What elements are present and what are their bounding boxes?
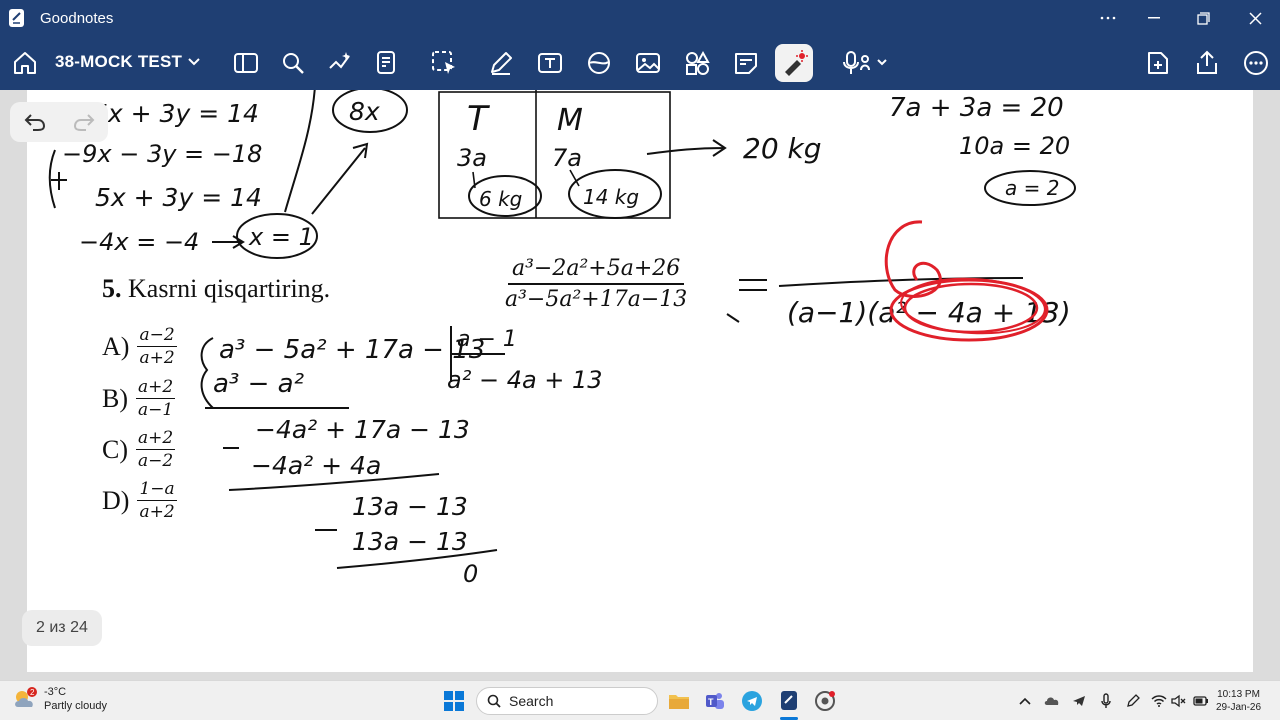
chrome-icon[interactable] — [813, 689, 837, 713]
clock-date: 29-Jan-26 — [1216, 702, 1262, 713]
weather-desc: Partly cloudy — [44, 700, 107, 712]
text-tool-icon[interactable] — [531, 44, 569, 82]
sidebar-toggle-icon[interactable] — [227, 44, 265, 82]
sticker-icon[interactable] — [580, 44, 618, 82]
notebook-page[interactable]: 5. Kasrni qisqartiring. a³−2a²+5a+26 a³−… — [27, 90, 1253, 672]
share-icon[interactable] — [1188, 44, 1226, 82]
clock-time: 10:13 PM — [1217, 689, 1260, 700]
ink-table-14kg: 14 kg — [583, 185, 639, 209]
pen-tray-icon[interactable] — [1125, 693, 1141, 709]
undo-icon — [24, 114, 45, 131]
close-icon[interactable] — [1240, 6, 1270, 30]
text-scan-icon[interactable] — [368, 44, 406, 82]
ink-div-line2: −4a² + 17a − 13 — [255, 415, 470, 444]
ai-sparkle-icon[interactable] — [321, 44, 359, 82]
more-menu-icon[interactable] — [1237, 44, 1275, 82]
pen-tool-icon[interactable] — [482, 44, 520, 82]
ink-eq2: 10a = 20 — [959, 132, 1070, 160]
search-icon — [487, 694, 501, 708]
ink-20kg: 20 kg — [743, 132, 822, 165]
svg-text:2: 2 — [30, 688, 35, 697]
battery-icon[interactable] — [1193, 693, 1209, 709]
lasso-select-icon[interactable] — [425, 44, 463, 82]
weather-cloud-icon: 2 — [15, 687, 37, 707]
title-bar: Goodnotes — [0, 0, 1280, 36]
laser-pointer-icon[interactable] — [775, 44, 813, 82]
home-icon[interactable] — [6, 44, 44, 82]
teams-icon[interactable]: T — [703, 689, 727, 713]
taskbar-search[interactable]: Search — [476, 687, 658, 715]
microphone-icon[interactable] — [1098, 693, 1114, 709]
handwriting-layer: 5x + 3y = 14 −9x − 3y = −18 5x + 3y = 14… — [48, 90, 1076, 588]
page-counter[interactable]: 2 из 24 — [22, 610, 102, 646]
more-options-icon[interactable] — [1093, 6, 1123, 30]
ink-sys4: −4x = −4 — [79, 228, 199, 256]
canvas-area[interactable]: 5. Kasrni qisqartiring. a³−2a²+5a+26 a³−… — [0, 90, 1280, 680]
chevron-down-icon — [188, 58, 200, 66]
app-title: Goodnotes — [40, 10, 114, 27]
audio-record-icon[interactable] — [838, 44, 890, 82]
telegram-icon[interactable] — [740, 689, 764, 713]
ink-div-divisor: a − 1 — [457, 327, 517, 352]
ink-table-header-m: M — [557, 103, 583, 138]
image-icon[interactable] — [629, 44, 667, 82]
ink-eq3: a = 2 — [1005, 176, 1059, 200]
weather-widget[interactable]: 2 -3°C Partly cloudy — [12, 685, 107, 713]
shapes-icon[interactable] — [678, 44, 716, 82]
ink-sys2: −9x − 3y = −18 — [62, 140, 262, 168]
goodnotes-logo-icon — [9, 9, 24, 27]
restore-icon[interactable] — [1188, 6, 1218, 30]
ink-sys3: 5x + 3y = 14 — [95, 183, 262, 212]
search-icon[interactable] — [274, 44, 312, 82]
redo-button[interactable] — [59, 102, 108, 142]
goodnotes-taskbar-icon[interactable] — [777, 689, 801, 713]
ink-sys1: 5x + 3y = 14 — [92, 99, 259, 128]
ink-div-quotient: a² − 4a + 13 — [447, 366, 603, 394]
start-windows-icon[interactable] — [442, 689, 466, 713]
ink-table-header-t: T — [467, 99, 490, 139]
add-page-icon[interactable] — [1139, 44, 1177, 82]
ink-eq1: 7a + 3a = 20 — [889, 93, 1064, 123]
windows-taskbar: 2 -3°C Partly cloudy Search T 10:13 PM 2… — [0, 680, 1280, 720]
telegram-tray-icon[interactable] — [1071, 693, 1087, 709]
system-clock[interactable]: 10:13 PM 29-Jan-26 — [1216, 688, 1261, 714]
document-title-dropdown[interactable]: 38-MOCK TEST — [55, 52, 200, 72]
file-explorer-icon[interactable] — [667, 689, 691, 713]
ink-factor: (a−1)(a² − 4a + 13) — [787, 296, 1071, 329]
undo-redo-group — [10, 102, 108, 142]
ink-table-6kg: 6 kg — [479, 187, 522, 211]
ink-div-line5: 13a − 13 — [352, 527, 468, 556]
ink-table-3a: 3a — [457, 144, 487, 172]
ink-x-equals-1: x = 1 — [248, 223, 314, 251]
ink-div-dividend: a³ − 5a² + 17a − 13 — [219, 335, 485, 365]
volume-muted-icon[interactable] — [1171, 693, 1187, 709]
search-label: Search — [509, 693, 554, 709]
onedrive-icon[interactable] — [1044, 693, 1060, 709]
undo-button[interactable] — [10, 102, 59, 142]
weather-temp: -3°C — [44, 686, 67, 698]
toolbar: 38-MOCK TEST — [0, 36, 1280, 90]
ink-table-7a: 7a — [552, 144, 582, 172]
redo-icon — [73, 114, 94, 131]
svg-text:T: T — [708, 697, 714, 707]
minimize-icon[interactable] — [1139, 6, 1169, 30]
ink-div-remainder: 0 — [463, 560, 478, 588]
ink-8x: 8x — [349, 97, 380, 126]
sticky-note-icon[interactable] — [727, 44, 765, 82]
chevron-up-icon[interactable] — [1017, 693, 1033, 709]
wifi-icon[interactable] — [1151, 693, 1167, 709]
goodnotes-window: Goodnotes 38-MOCK TEST 5. Kasrni qisqart… — [0, 0, 1280, 720]
ink-div-line1: a³ − a² — [213, 369, 304, 399]
document-title: 38-MOCK TEST — [55, 52, 183, 71]
ink-div-line3: −4a² + 4a — [251, 451, 381, 480]
ink-div-line4: 13a − 13 — [352, 492, 468, 521]
